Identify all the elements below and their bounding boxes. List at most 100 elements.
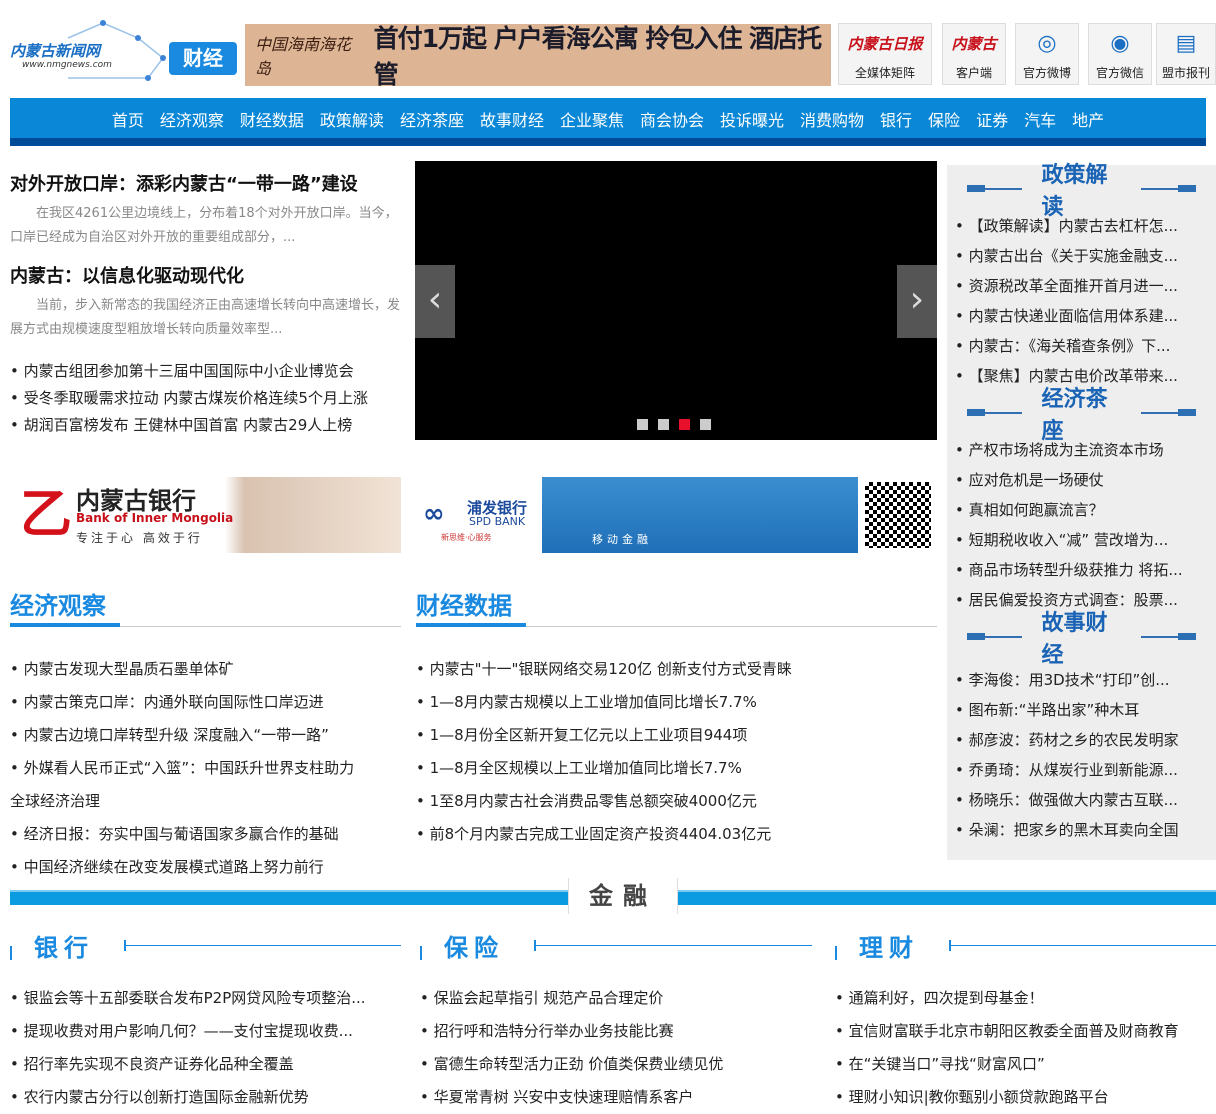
headline-1-summary: 在我区4261公里边境线上，分布着18个对外开放口岸。当今，口岸已经成为自治区对… xyxy=(10,206,398,245)
nav-item[interactable]: 财经数据 xyxy=(232,107,312,131)
sidebar-news-item[interactable]: 朵澜：把家乡的黑木耳卖向全国 xyxy=(947,815,1216,845)
news-item[interactable]: 招行率先实现不良资产证券化品种全覆盖 xyxy=(10,1048,401,1081)
header-link-label: 盟市报刊 xyxy=(1161,66,1210,80)
news-item[interactable]: 内蒙古策克口岸：内通外联向国际性口岸迈进 xyxy=(10,686,401,719)
news-item[interactable]: 宜信财富联手北京市朝阳区教委全面普及财商教育 xyxy=(835,1015,1216,1048)
nav-item[interactable]: 政策解读 xyxy=(312,107,392,131)
news-item[interactable]: 理财小知识|教你甄别小额贷款跑路平台 xyxy=(835,1081,1216,1114)
sidebar-news-item[interactable]: 乔勇琦：从煤炭行业到新能源... xyxy=(947,755,1216,785)
header-link-2[interactable]: ◎ 官方微博 xyxy=(1015,23,1079,85)
header-link-label: 官方微信 xyxy=(1095,66,1144,80)
bank2-en: SPD BANK xyxy=(469,515,526,528)
bank-of-inner-mongolia-ad[interactable]: 乙 内蒙古银行 Bank of Inner Mongolia 专注于心 高效于行 xyxy=(10,477,401,553)
sidebar-news-item[interactable]: 图布新:“半路出家”种木耳 xyxy=(947,695,1216,725)
nav-item[interactable]: 商会协会 xyxy=(632,107,712,131)
news-item[interactable]: 全球经济治理 xyxy=(10,785,401,818)
nav-item[interactable]: 消费购物 xyxy=(792,107,872,131)
news-item[interactable]: 在“关键当口”寻找“财富风口” xyxy=(835,1048,1216,1081)
top-news-item[interactable]: 内蒙古组团参加第十三届中国国际中小企业博览会 xyxy=(10,358,400,385)
news-item[interactable]: 前8个月内蒙古完成工业固定资产投资4404.03亿元 xyxy=(416,818,937,851)
nav-item[interactable]: 经济观察 xyxy=(152,107,232,131)
news-item[interactable]: 提现收费对用户影响几何？——支付宝提现收费... xyxy=(10,1015,401,1048)
site-logo[interactable]: 内蒙古新闻网 www.nmgnews.com xyxy=(8,18,168,82)
news-item[interactable]: 外媒看人民币正式“入篮”：中国跃升世界支柱助力 xyxy=(10,752,401,785)
slider-dot[interactable] xyxy=(637,419,648,430)
news-item[interactable]: 中国经济继续在改变发展模式道路上努力前行 xyxy=(10,851,401,884)
section-0: 经济观察内蒙古发现大型晶质石墨单体矿内蒙古策克口岸：内通外联向国际性口岸迈进内蒙… xyxy=(10,586,401,884)
bank2-slogan: 新思维·心服务 xyxy=(441,533,492,542)
finance-subsection-title[interactable]: 理财 xyxy=(859,928,919,963)
nav-item[interactable]: 地产 xyxy=(1064,107,1112,131)
nav-item[interactable]: 首页 xyxy=(104,107,152,131)
slider-dot[interactable] xyxy=(679,419,690,430)
news-item[interactable]: 通篇利好，四次提到母基金！ xyxy=(835,982,1216,1015)
slider-dot[interactable] xyxy=(700,419,711,430)
top-news-item[interactable]: 受冬季取暖需求拉动 内蒙古煤炭价格连续5个月上涨 xyxy=(10,385,400,412)
logo-text: 内蒙古新闻网 xyxy=(10,42,101,60)
ad-banner[interactable]: 中国海南海花岛 首付1万起 户户看海公寓 拎包入住 酒店托管 xyxy=(245,24,831,89)
slider-next-button[interactable]: › xyxy=(897,265,937,338)
nav-item[interactable]: 经济茶座 xyxy=(392,107,472,131)
nav-item[interactable]: 投诉曝光 xyxy=(712,107,792,131)
finance-subsection-header: 理财 xyxy=(835,925,1216,965)
divider-right xyxy=(1141,633,1196,640)
nav-item[interactable]: 故事财经 xyxy=(472,107,552,131)
header-link-1[interactable]: 内蒙古 客户端 xyxy=(942,23,1006,85)
sidebar-news-item[interactable]: 短期税收收入“减” 营改增为... xyxy=(947,525,1216,555)
sidebar-news-item[interactable]: 【政策解读】内蒙古去杠杆怎... xyxy=(947,211,1216,241)
app-logo: 内蒙古 xyxy=(951,35,997,53)
sidebar-news-item[interactable]: 真相如何跑赢流言？ xyxy=(947,495,1216,525)
sidebar-news-item[interactable]: 应对危机是一场硬仗 xyxy=(947,465,1216,495)
sidebar-news-item[interactable]: 内蒙古出台《关于实施金融支... xyxy=(947,241,1216,271)
news-item[interactable]: 招行呼和浩特分行举办业务技能比赛 xyxy=(420,1015,812,1048)
header-link-3[interactable]: ◉ 官方微信 xyxy=(1088,23,1152,85)
sidebar-news-item[interactable]: 郝彦波：药材之乡的农民发明家 xyxy=(947,725,1216,755)
header-link-label: 官方微博 xyxy=(1022,66,1071,80)
sidebar-news-item[interactable]: 产权市场将成为主流资本市场 xyxy=(947,435,1216,465)
finance-subsection-title[interactable]: 保险 xyxy=(444,928,504,963)
sidebar-news-item[interactable]: 内蒙古快递业面临信用体系建... xyxy=(947,301,1216,331)
sidebar-news-item[interactable]: 李海俊：用3D技术“打印”创... xyxy=(947,665,1216,695)
news-item[interactable]: 1—8月全区规模以上工业增加值同比增长7.7% xyxy=(416,752,937,785)
news-item[interactable]: 保监会起草指引 规范产品合理定价 xyxy=(420,982,812,1015)
section-title[interactable]: 经济观察 xyxy=(10,586,401,621)
section-title[interactable]: 财经数据 xyxy=(416,586,937,621)
sidebar-section-header: 经济茶座 xyxy=(947,387,1216,444)
nav-item[interactable]: 企业聚焦 xyxy=(552,107,632,131)
news-item[interactable]: 内蒙古发现大型晶质石墨单体矿 xyxy=(10,653,401,686)
slider-prev-button[interactable]: ‹ xyxy=(415,265,455,338)
sidebar-news-item[interactable]: 杨晓乐：做强做大内蒙古互联... xyxy=(947,785,1216,815)
header-link-4[interactable]: ▤ 盟市报刊 xyxy=(1156,23,1216,85)
top-news-item[interactable]: 胡润百富榜发布 王健林中国首富 内蒙古29人上榜 xyxy=(10,412,400,439)
news-item[interactable]: 内蒙古"十一"银联网络交易120亿 创新支付方式受青睐 xyxy=(416,653,937,686)
sidebar-news-item[interactable]: 商品市场转型升级获推力 将拓... xyxy=(947,555,1216,585)
nav-item[interactable]: 保险 xyxy=(920,107,968,131)
news-item[interactable]: 内蒙古边境口岸转型升级 深度融入“一带一路” xyxy=(10,719,401,752)
channel-badge: 财经 xyxy=(169,42,237,75)
news-item[interactable]: 经济日报：夯实中国与葡语国家多赢合作的基础 xyxy=(10,818,401,851)
news-item[interactable]: 农行内蒙古分行以创新打造国际金融新优势 xyxy=(10,1081,401,1114)
finance-subsection-title[interactable]: 银行 xyxy=(34,928,94,963)
nav-item[interactable]: 汽车 xyxy=(1016,107,1064,131)
nav-item[interactable]: 银行 xyxy=(872,107,920,131)
news-item[interactable]: 1至8月内蒙古社会消费品零售总额突破4000亿元 xyxy=(416,785,937,818)
news-item[interactable]: 1—8月份全区新开复工亿元以上工业项目944项 xyxy=(416,719,937,752)
sidebar-news-item[interactable]: 内蒙古：《海关稽查条例》下... xyxy=(947,331,1216,361)
spd-bank-ad[interactable]: ∞ 浦发银行 SPD BANK 新思维·心服务 移动金融 xyxy=(415,477,937,553)
headline-2-summary: 当前，步入新常态的我国经济正由高速增长转向中高速增长，发展方式由规模速度型粗放增… xyxy=(10,298,401,337)
qr-code-icon[interactable] xyxy=(862,479,934,551)
sidebar-section-title[interactable]: 故事财经 xyxy=(1042,605,1122,669)
news-item[interactable]: 1—8月内蒙古规模以上工业增加值同比增长7.7% xyxy=(416,686,937,719)
header-link-0[interactable]: 内蒙古日报 全媒体矩阵 xyxy=(838,23,932,85)
slider-dot[interactable] xyxy=(658,419,669,430)
headline-2[interactable]: 内蒙古：以信息化驱动现代化 xyxy=(10,262,400,288)
divider-left xyxy=(967,633,1022,640)
image-slider[interactable]: ‹ › xyxy=(415,161,937,440)
news-item[interactable]: 银监会等十五部委联合发布P2P网贷风险专项整治... xyxy=(10,982,401,1015)
sidebar-news-item[interactable]: 资源税改革全面推开首月进一... xyxy=(947,271,1216,301)
headline-1[interactable]: 对外开放口岸：添彩内蒙古“一带一路”建设 xyxy=(10,170,400,196)
news-item[interactable]: 华夏常青树 兴安中支快速理赔情系客户 xyxy=(420,1081,812,1114)
news-item[interactable]: 富德生命转型活力正劲 价值类保费业绩见优 xyxy=(420,1048,812,1081)
finance-list: 通篇利好，四次提到母基金！宜信财富联手北京市朝阳区教委全面普及财商教育在“关键当… xyxy=(835,982,1216,1114)
nav-item[interactable]: 证券 xyxy=(968,107,1016,131)
